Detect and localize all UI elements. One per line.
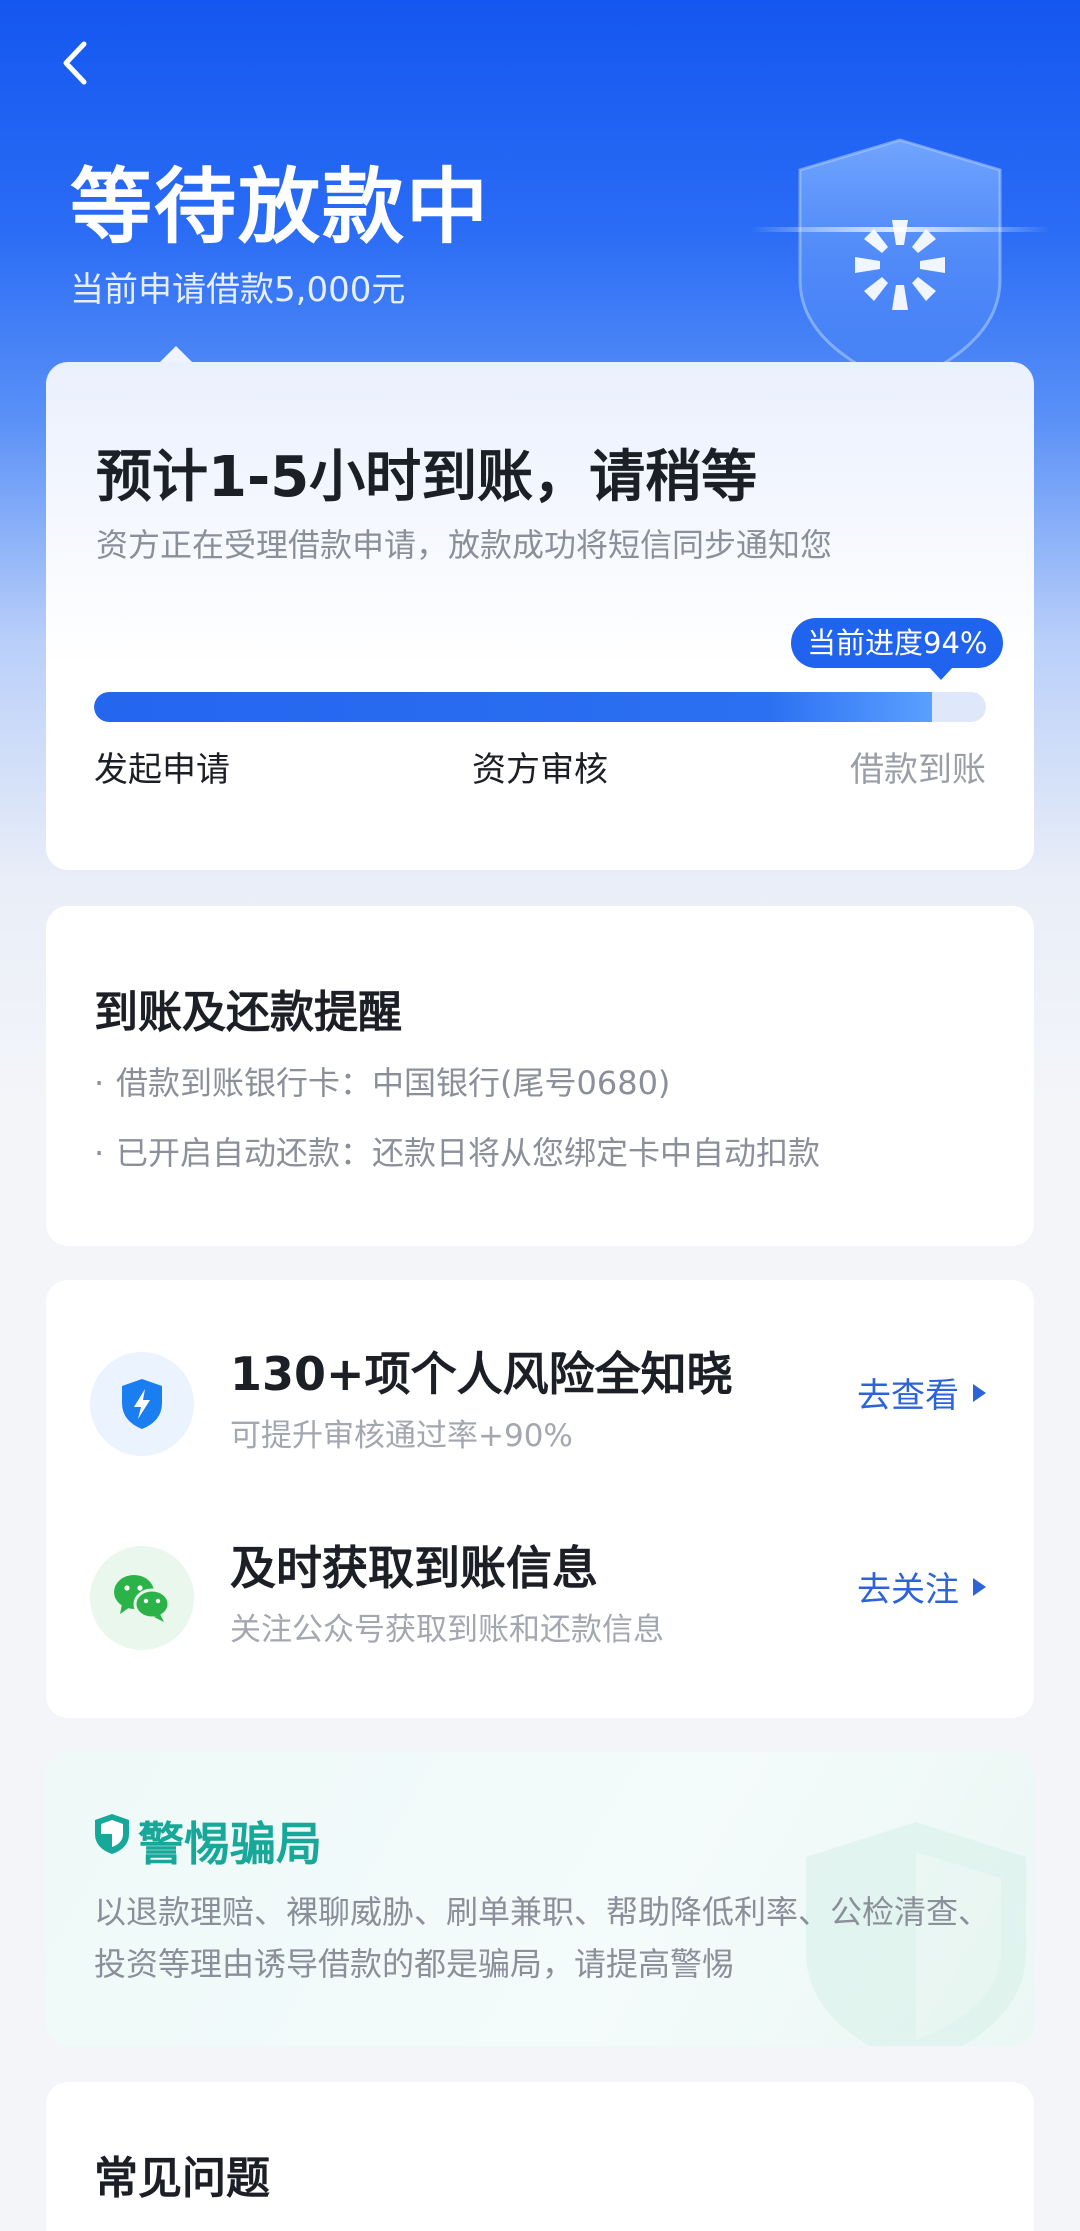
faq-title: 常见问题	[94, 2153, 270, 2204]
step-disbursed: 借款到账	[850, 750, 986, 790]
fraud-warning-card: 警惕骗局 以退款理赔、裸聊威胁、刷单兼职、帮助降低利率、公检清查、投资等理由诱导…	[46, 1752, 1034, 2046]
progress-badge: 当前进度94%	[791, 618, 1004, 680]
step-review: 资方审核	[472, 750, 608, 790]
risk-report-title: 130+项个人风险全知晓	[230, 1347, 733, 1401]
fraud-warning-title: 警惕骗局	[138, 1817, 322, 1871]
actions-card: 130+项个人风险全知晓 可提升审核通过率+90% 去查看 及时获取到账信息 关…	[46, 1280, 1034, 1718]
step-apply: 发起申请	[94, 750, 230, 790]
page: 等待放款中 当前申请借款5,000元 预计1-5小时到账，请稍等 资方正在受理借…	[0, 0, 1080, 2231]
fraud-warning-text: 以退款理赔、裸聊威胁、刷单兼职、帮助降低利率、公检清查、投资等理由诱导借款的都是…	[94, 1893, 991, 1983]
follow-account-link-label: 去关注	[857, 1570, 959, 1610]
risk-report-subtitle: 可提升审核通过率+90%	[230, 1418, 573, 1454]
follow-account-link[interactable]: 去关注	[857, 1562, 986, 1611]
progress-bar	[94, 692, 986, 722]
wechat-icon-wrapper	[90, 1546, 194, 1650]
lightning-shield-icon	[122, 1379, 162, 1429]
loan-status-card: 预计1-5小时到账，请稍等 资方正在受理借款申请，放款成功将短信同步通知您 当前…	[46, 362, 1034, 870]
risk-icon-wrapper	[90, 1352, 194, 1456]
arrival-description: 资方正在受理借款申请，放款成功将短信同步通知您	[96, 526, 833, 564]
shield-warning-icon	[95, 1814, 129, 1854]
bullet-dot: ·	[94, 1134, 105, 1172]
chevron-left-icon	[63, 41, 87, 85]
page-title: 等待放款中	[70, 160, 491, 255]
arrival-estimate-title: 预计1-5小时到账，请稍等	[96, 445, 758, 510]
follow-account-title: 及时获取到账信息	[230, 1541, 598, 1595]
reminder-title: 到账及还款提醒	[94, 987, 402, 1038]
view-risk-link[interactable]: 去查看	[857, 1368, 986, 1417]
back-button[interactable]	[40, 28, 110, 98]
reminder-item-bank-card: · 借款到账银行卡：中国银行(尾号0680)	[94, 1058, 670, 1104]
triangle-right-icon	[973, 1577, 986, 1596]
reminder-card: 到账及还款提醒 · 借款到账银行卡：中国银行(尾号0680) · 已开启自动还款：还…	[46, 906, 1034, 1246]
follow-account-row[interactable]: 及时获取到账信息 关注公众号获取到账和还款信息 去关注	[46, 1532, 1034, 1682]
view-risk-link-label: 去查看	[857, 1376, 959, 1416]
follow-account-subtitle: 关注公众号获取到账和还款信息	[230, 1612, 664, 1648]
shield-illustration-icon	[750, 138, 1050, 387]
faq-card[interactable]: 常见问题	[46, 2082, 1034, 2231]
risk-report-row[interactable]: 130+项个人风险全知晓 可提升审核通过率+90% 去查看	[46, 1338, 1034, 1488]
reminder-item-text: 借款到账银行卡：中国银行(尾号0680)	[116, 1064, 671, 1102]
reminder-item-text: 已开启自动还款：还款日将从您绑定卡中自动扣款	[116, 1134, 821, 1172]
progress-fill	[94, 692, 933, 722]
triangle-right-icon	[973, 1383, 986, 1402]
reminder-item-autopay: · 已开启自动还款：还款日将从您绑定卡中自动扣款	[94, 1128, 820, 1174]
loan-amount-subtitle: 当前申请借款5,000元	[70, 270, 406, 310]
bullet-dot: ·	[94, 1064, 105, 1102]
wechat-icon	[114, 1575, 171, 1622]
